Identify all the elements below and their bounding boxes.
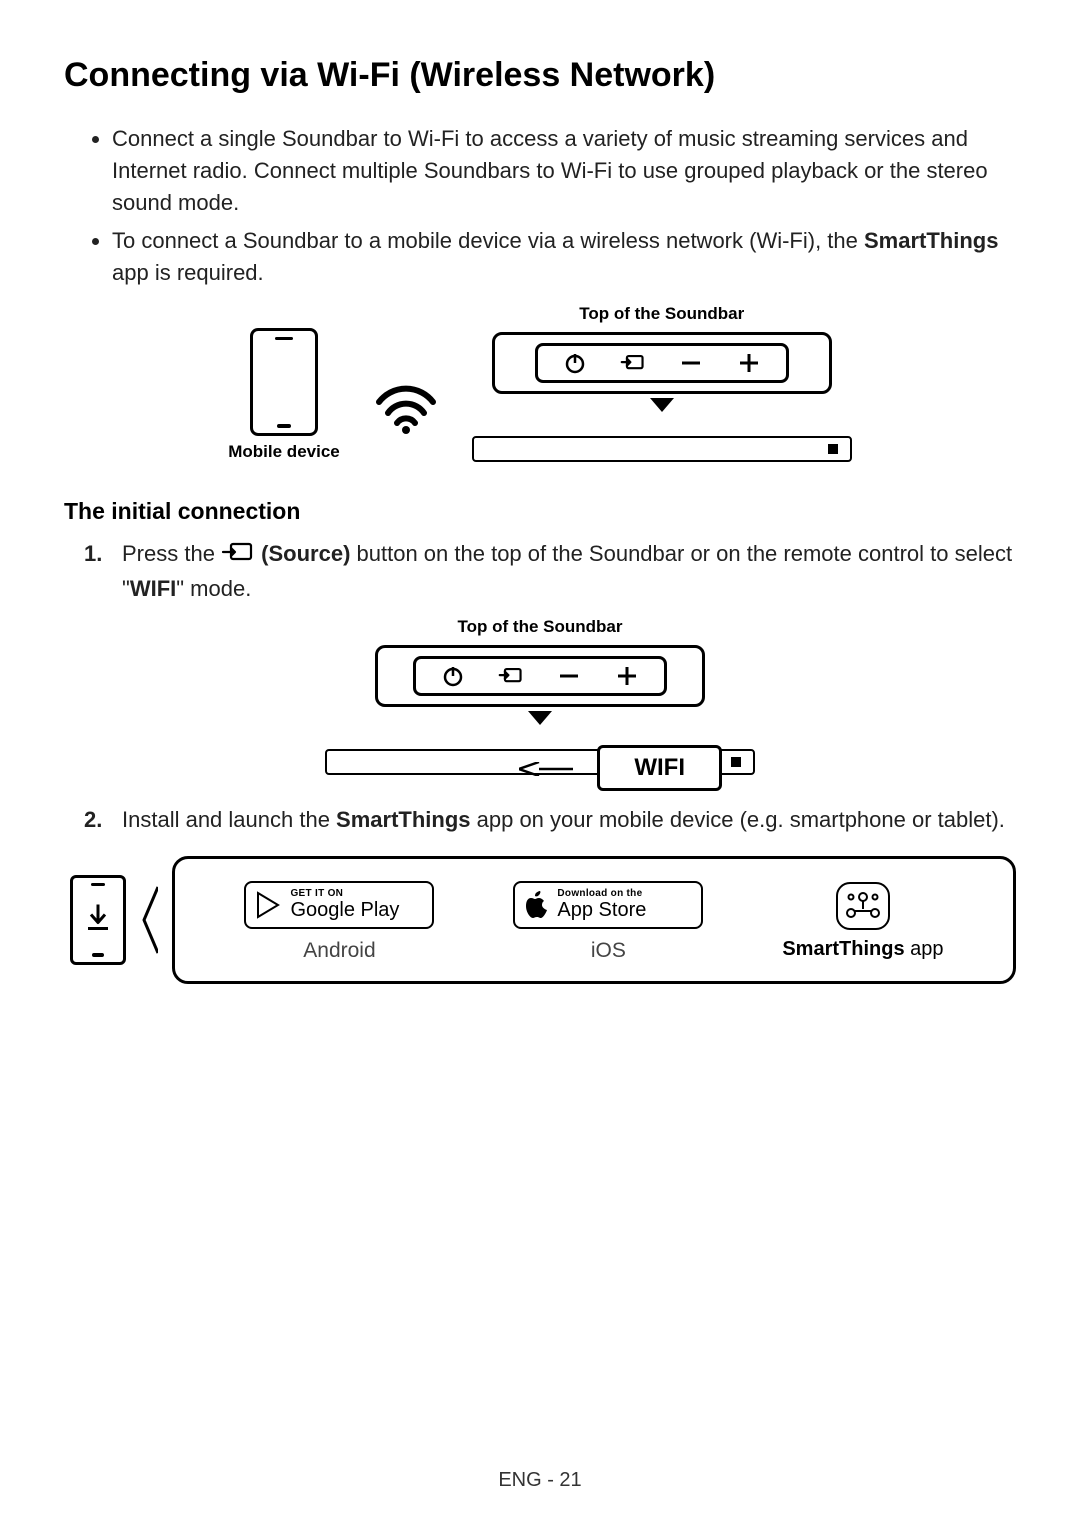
minus-icon <box>556 663 582 689</box>
text: Press the <box>122 541 221 566</box>
smartthings-label: SmartThings app <box>782 938 943 961</box>
subheading-initial-connection: The initial connection <box>64 498 1016 525</box>
apple-icon <box>525 891 549 919</box>
soundbar-top-view <box>492 332 832 394</box>
mobile-device-label: Mobile device <box>228 442 339 462</box>
wifi-icon <box>370 382 442 434</box>
os-label: iOS <box>513 939 703 963</box>
badge-big-text: Google Play <box>290 900 399 921</box>
google-play-icon <box>256 891 282 919</box>
steps-list: 1. Press the (Source) button on the top … <box>84 537 1016 605</box>
text-bold: WIFI <box>130 576 176 601</box>
phone-icon <box>250 328 318 436</box>
page-footer: ENG - 21 <box>0 1469 1080 1492</box>
bullet-item: Connect a single Soundbar to Wi-Fi to ac… <box>112 123 1016 219</box>
step-item: 2. Install and launch the SmartThings ap… <box>84 803 1016 836</box>
step-number: 2. <box>84 803 122 836</box>
step-item: 1. Press the (Source) button on the top … <box>84 537 1016 605</box>
step-number: 1. <box>84 537 122 605</box>
arrow-down-icon <box>650 398 674 412</box>
wifi-mode-badge: WIFI <box>597 745 722 791</box>
text: app is required. <box>112 260 264 285</box>
soundbar-top-label: Top of the Soundbar <box>472 304 852 324</box>
plus-icon <box>614 663 640 689</box>
text: To connect a Soundbar to a mobile device… <box>112 228 864 253</box>
phone-download-icon <box>70 875 126 965</box>
app-download-row: GET IT ONGoogle Play Android Download on… <box>70 856 1016 984</box>
minus-icon <box>678 350 704 376</box>
intro-bullet-list: Connect a single Soundbar to Wi-Fi to ac… <box>112 123 1016 288</box>
text-bold: SmartThings <box>864 228 998 253</box>
google-play-badge: GET IT ONGoogle Play <box>244 881 434 929</box>
connector-angle <box>140 885 158 955</box>
text: app on your mobile device (e.g. smartpho… <box>471 807 1005 832</box>
text: Install and launch the <box>122 807 336 832</box>
diagram-wifi-mode: Top of the Soundbar WIFI <box>64 617 1016 775</box>
os-label: Android <box>244 939 434 963</box>
bullet-item: To connect a Soundbar to a mobile device… <box>112 225 1016 289</box>
page-heading: Connecting via Wi-Fi (Wireless Network) <box>64 56 1016 95</box>
power-icon <box>440 663 466 689</box>
soundbar-top-label: Top of the Soundbar <box>64 617 1016 637</box>
badge-big-text: App Store <box>557 900 646 921</box>
source-icon <box>498 663 524 689</box>
source-icon <box>620 350 646 376</box>
smartthings-icon <box>836 882 890 930</box>
connector-line <box>519 762 573 776</box>
app-store-column: Download on theApp Store iOS <box>513 881 703 963</box>
mobile-device-illustration: Mobile device <box>228 328 339 462</box>
app-store-box: GET IT ONGoogle Play Android Download on… <box>172 856 1016 984</box>
source-icon <box>221 539 255 572</box>
diagram-wifi-connection: Mobile device Top of the Soundbar <box>64 304 1016 462</box>
download-icon <box>87 904 109 935</box>
power-icon <box>562 350 588 376</box>
arrow-down-icon <box>528 711 552 725</box>
plus-icon <box>736 350 762 376</box>
text-bold: (Source) <box>255 541 350 566</box>
smartthings-column: SmartThings app <box>782 882 943 961</box>
soundbar-side-view <box>472 436 852 462</box>
text-bold: SmartThings <box>336 807 470 832</box>
text: " mode. <box>176 576 251 601</box>
soundbar-top-view <box>375 645 705 707</box>
app-store-badge: Download on theApp Store <box>513 881 703 929</box>
soundbar-illustration: Top of the Soundbar <box>472 304 852 462</box>
steps-list-continued: 2. Install and launch the SmartThings ap… <box>84 803 1016 836</box>
google-play-column: GET IT ONGoogle Play Android <box>244 881 434 963</box>
